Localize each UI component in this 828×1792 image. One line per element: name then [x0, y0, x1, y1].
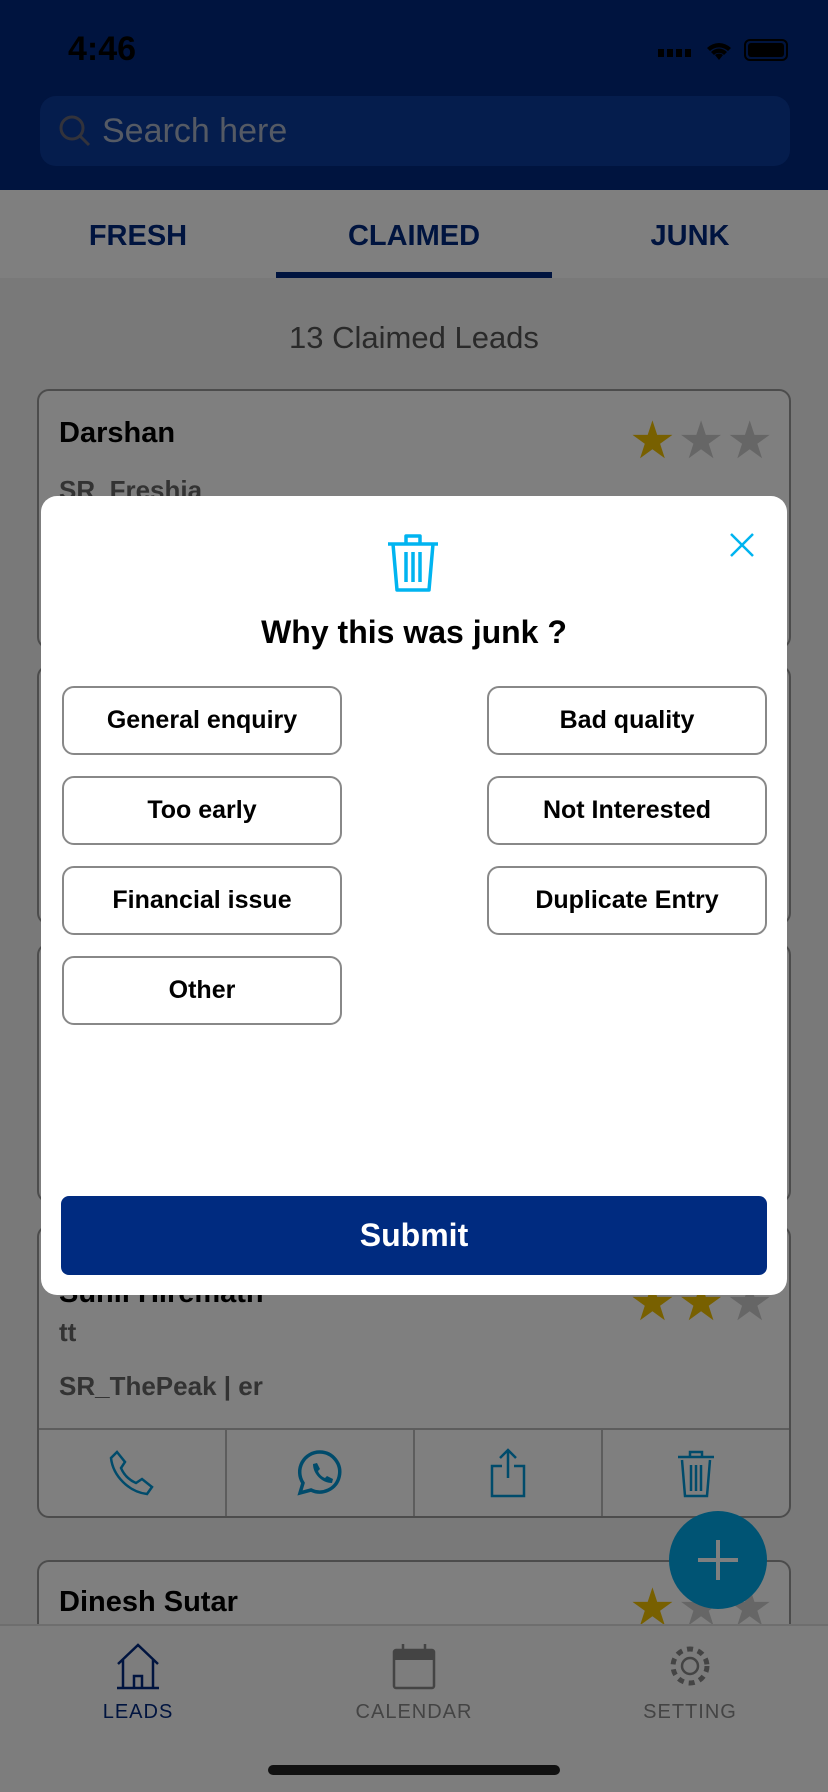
reason-duplicate-entry[interactable]: Duplicate Entry [487, 866, 767, 935]
reason-too-early[interactable]: Too early [62, 776, 342, 845]
reason-general-enquiry[interactable]: General enquiry [62, 686, 342, 755]
reason-not-interested[interactable]: Not Interested [487, 776, 767, 845]
reason-other[interactable]: Other [62, 956, 342, 1025]
trash-icon [388, 534, 438, 592]
junk-reason-dialog: Why this was junk ? General enquiry Bad … [41, 496, 787, 1295]
reason-financial-issue[interactable]: Financial issue [62, 866, 342, 935]
submit-button[interactable]: Submit [61, 1196, 767, 1275]
dialog-title: Why this was junk ? [261, 614, 567, 650]
close-icon[interactable] [729, 532, 755, 558]
reason-bad-quality[interactable]: Bad quality [487, 686, 767, 755]
